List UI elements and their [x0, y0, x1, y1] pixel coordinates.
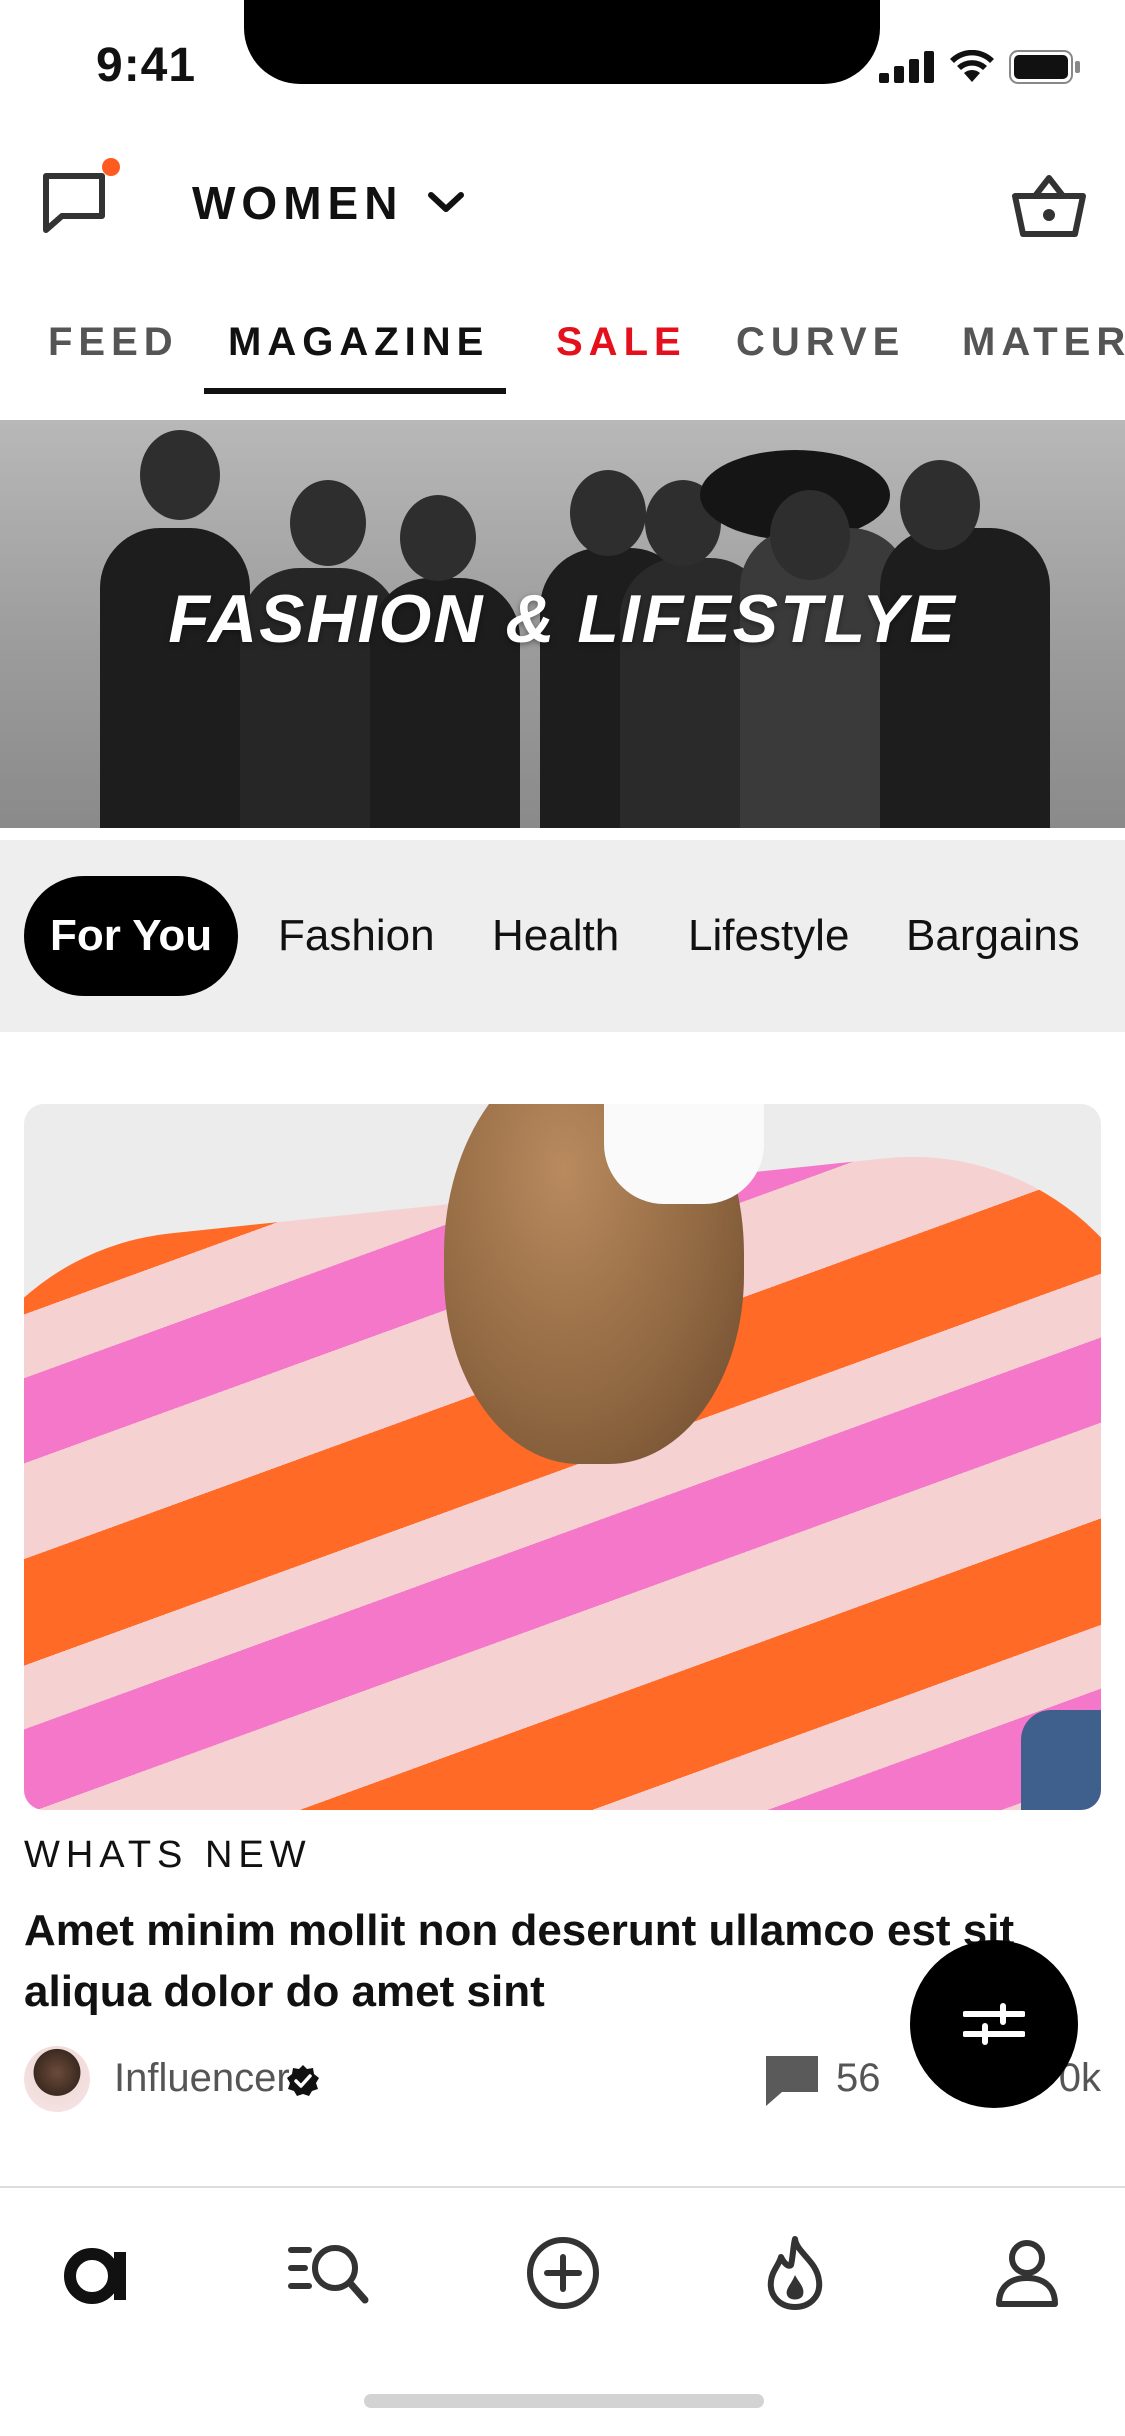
home-indicator	[364, 2394, 764, 2408]
banner-figure	[880, 528, 1050, 828]
messages-icon[interactable]	[38, 168, 110, 240]
banner-figure-head	[900, 460, 980, 550]
plus-circle-icon	[527, 2237, 599, 2309]
chip-label: Health	[492, 911, 620, 960]
comment-icon[interactable]	[764, 2054, 820, 2108]
category-chips: For You Fashion Health Lifestyle Bargain…	[0, 840, 1125, 1032]
tab-sale[interactable]: SALE	[556, 320, 687, 365]
user-icon	[996, 2240, 1058, 2307]
article-headline[interactable]: Amet minim mollit non deserunt ullamco e…	[24, 1900, 1024, 2022]
status-bar: 9:41	[0, 0, 1125, 140]
tab-maternity[interactable]: MATERI	[962, 320, 1125, 365]
article-kicker: WHATS NEW	[24, 1834, 312, 1876]
tab-curve[interactable]: CURVE	[736, 320, 905, 365]
collar-graphic	[604, 1104, 764, 1204]
device-notch	[244, 0, 880, 84]
article-image[interactable]	[24, 1104, 1101, 1810]
chip-health[interactable]: Health	[492, 876, 619, 996]
nav-search[interactable]	[284, 2228, 374, 2318]
asos-logo-icon	[64, 2248, 126, 2304]
status-icons	[879, 50, 1081, 84]
basket-icon[interactable]	[1011, 170, 1087, 240]
nav-profile[interactable]	[982, 2228, 1072, 2318]
nav-create[interactable]	[518, 2228, 608, 2318]
signal-icon	[879, 51, 934, 83]
flame-icon	[767, 2236, 823, 2310]
active-tab-indicator	[204, 388, 506, 394]
banner-figure-head	[770, 490, 850, 580]
chip-label: Lifestyle	[688, 911, 850, 960]
author-avatar[interactable]	[24, 2046, 90, 2112]
chevron-down-icon	[428, 192, 465, 212]
nav-home[interactable]	[52, 2228, 142, 2318]
top-header: WOMEN	[0, 150, 1125, 260]
magazine-banner[interactable]: FASHION & LIFESTLYE	[0, 420, 1125, 828]
banner-figure-head	[570, 470, 646, 556]
search-list-icon	[288, 2245, 369, 2304]
chip-label: Fashion	[278, 911, 435, 960]
main-tabs: FEED MAGAZINE SALE CURVE MATERI	[0, 300, 1125, 410]
gender-label: WOMEN	[192, 177, 404, 229]
banner-figure	[100, 528, 250, 828]
tab-feed[interactable]: FEED	[48, 320, 179, 365]
filter-button[interactable]	[910, 1940, 1078, 2108]
banner-title: FASHION & LIFESTLYE	[168, 581, 957, 657]
jeans-graphic	[1021, 1710, 1101, 1810]
chip-fashion[interactable]: Fashion	[278, 876, 435, 996]
banner-figure-head	[400, 495, 476, 581]
chip-label: For You	[50, 911, 213, 960]
sliders-icon	[963, 2003, 1025, 2045]
gender-selector[interactable]: WOMEN	[192, 176, 465, 230]
chip-for-you[interactable]: For You	[24, 876, 239, 996]
status-time: 9:41	[96, 39, 197, 92]
battery-icon	[1009, 50, 1080, 84]
verified-badge-icon	[287, 2065, 319, 2096]
nav-trending[interactable]	[750, 2228, 840, 2318]
chip-label: Bargains	[906, 911, 1080, 960]
unread-badge	[102, 158, 120, 176]
comment-count: 56	[836, 2056, 881, 2100]
chip-bargains[interactable]: Bargains	[906, 876, 1080, 996]
banner-figure-head	[140, 430, 220, 520]
tab-magazine[interactable]: MAGAZINE	[228, 320, 489, 365]
banner-figure-head	[290, 480, 366, 566]
author-name[interactable]: Influencer	[114, 2056, 290, 2101]
wifi-icon	[950, 50, 994, 82]
chip-lifestyle[interactable]: Lifestyle	[688, 876, 849, 996]
